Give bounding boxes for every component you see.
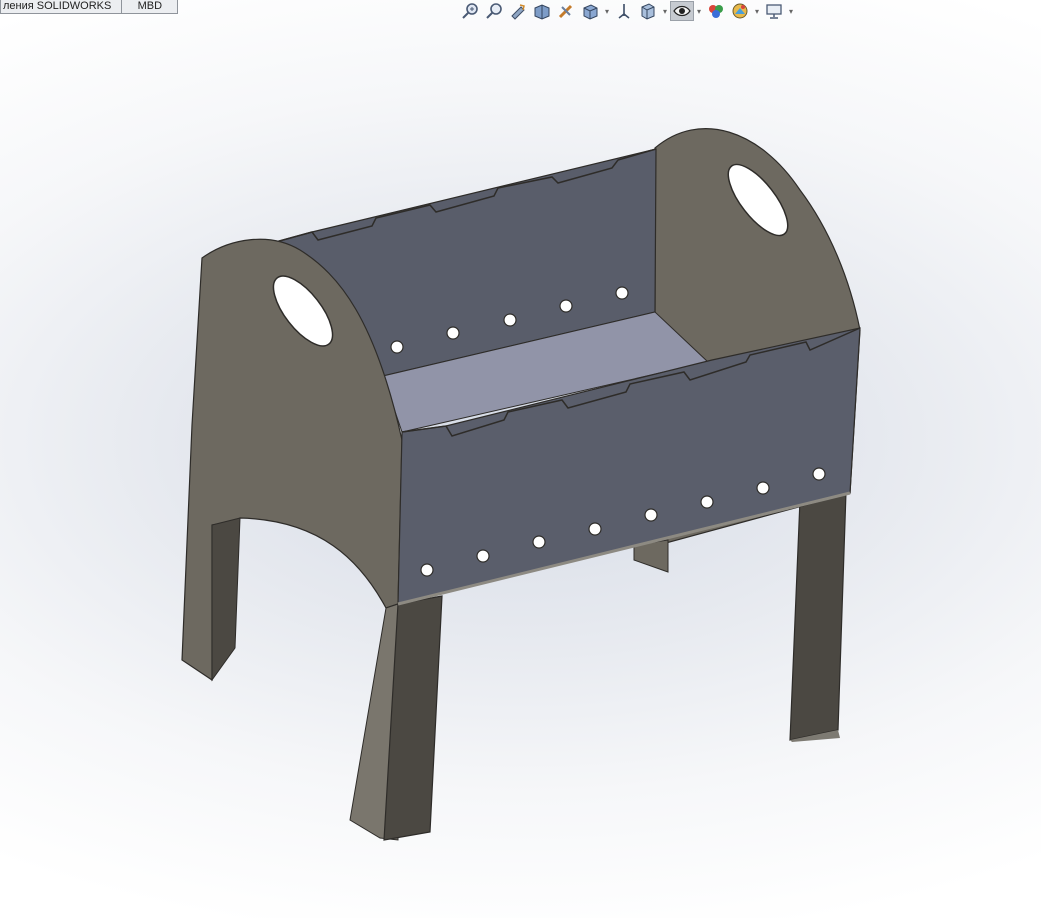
view-orientation-icon [583,4,598,20]
previous-view-icon [511,4,525,20]
right-back-leg [789,491,847,741]
display-style-button[interactable] [612,1,636,21]
visibility-dropdown[interactable]: ▾ [694,1,704,21]
dynamic-annotation-views-icon [558,4,573,19]
grill-model [181,128,861,841]
hide-show-items-dropdown[interactable]: ▾ [660,1,670,21]
edit-appearance-icon [709,5,723,18]
section-view-button[interactable] [530,1,554,21]
apply-scene-dropdown[interactable]: ▾ [752,1,762,21]
hide-show-items-button[interactable] [636,1,660,21]
view-settings-button[interactable] [762,1,786,21]
previous-view-button[interactable] [506,1,530,21]
zoom-to-fit-button[interactable] [458,1,482,21]
section-view-icon [534,4,550,20]
apply-scene-button[interactable] [728,1,752,21]
dynamic-annotation-views-button[interactable] [554,1,578,21]
heads-up-view-toolbar: ▾ ▾ ▾ ▾ ▾ [458,0,796,22]
edit-appearance-button[interactable] [704,1,728,21]
model-viewport[interactable] [0,0,1041,918]
view-settings-dropdown[interactable]: ▾ [786,1,796,21]
zoom-to-area-button[interactable] [482,1,506,21]
apply-scene-icon [732,3,748,19]
visibility-button[interactable] [670,1,694,21]
zoom-to-fit-icon [462,3,478,19]
view-orientation-button[interactable] [578,1,602,21]
display-style-icon [618,4,630,19]
hide-show-items-icon [641,3,655,20]
view-settings-icon [766,4,782,19]
eye-icon [673,5,691,17]
zoom-to-area-icon [486,3,502,19]
view-orientation-dropdown[interactable]: ▾ [602,1,612,21]
